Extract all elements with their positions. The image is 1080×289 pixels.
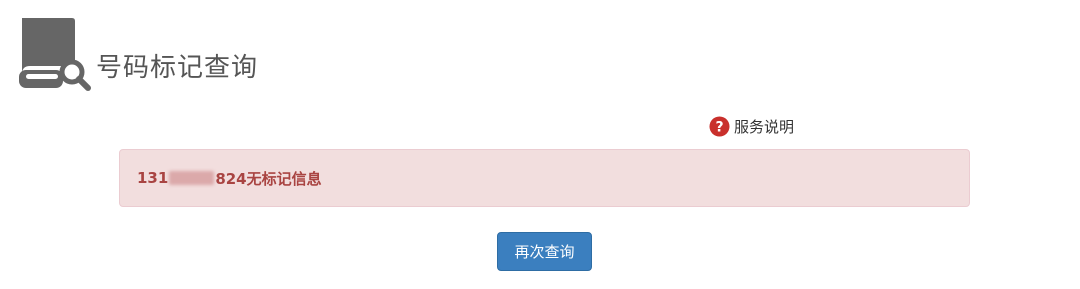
result-status-text: 824无标记信息	[215, 169, 322, 188]
service-info-link[interactable]: ? 服务说明	[709, 116, 794, 137]
page-title: 号码标记查询	[96, 53, 259, 83]
requery-button[interactable]: 再次查询	[497, 232, 592, 271]
service-info-label: 服务说明	[734, 118, 795, 136]
book-search-icon	[19, 18, 91, 91]
help-question-icon: ?	[709, 116, 730, 137]
page-header: 号码标记查询	[16, 16, 258, 92]
redacted-digits	[169, 171, 215, 185]
page: 号码标记查询 ? 服务说明 131 824无标记信息 再次查询	[0, 0, 1080, 289]
svg-text:?: ?	[715, 120, 723, 136]
phone-prefix: 131	[137, 169, 169, 187]
result-alert: 131 824无标记信息	[119, 149, 970, 207]
result-message: 131 824无标记信息	[137, 168, 322, 189]
